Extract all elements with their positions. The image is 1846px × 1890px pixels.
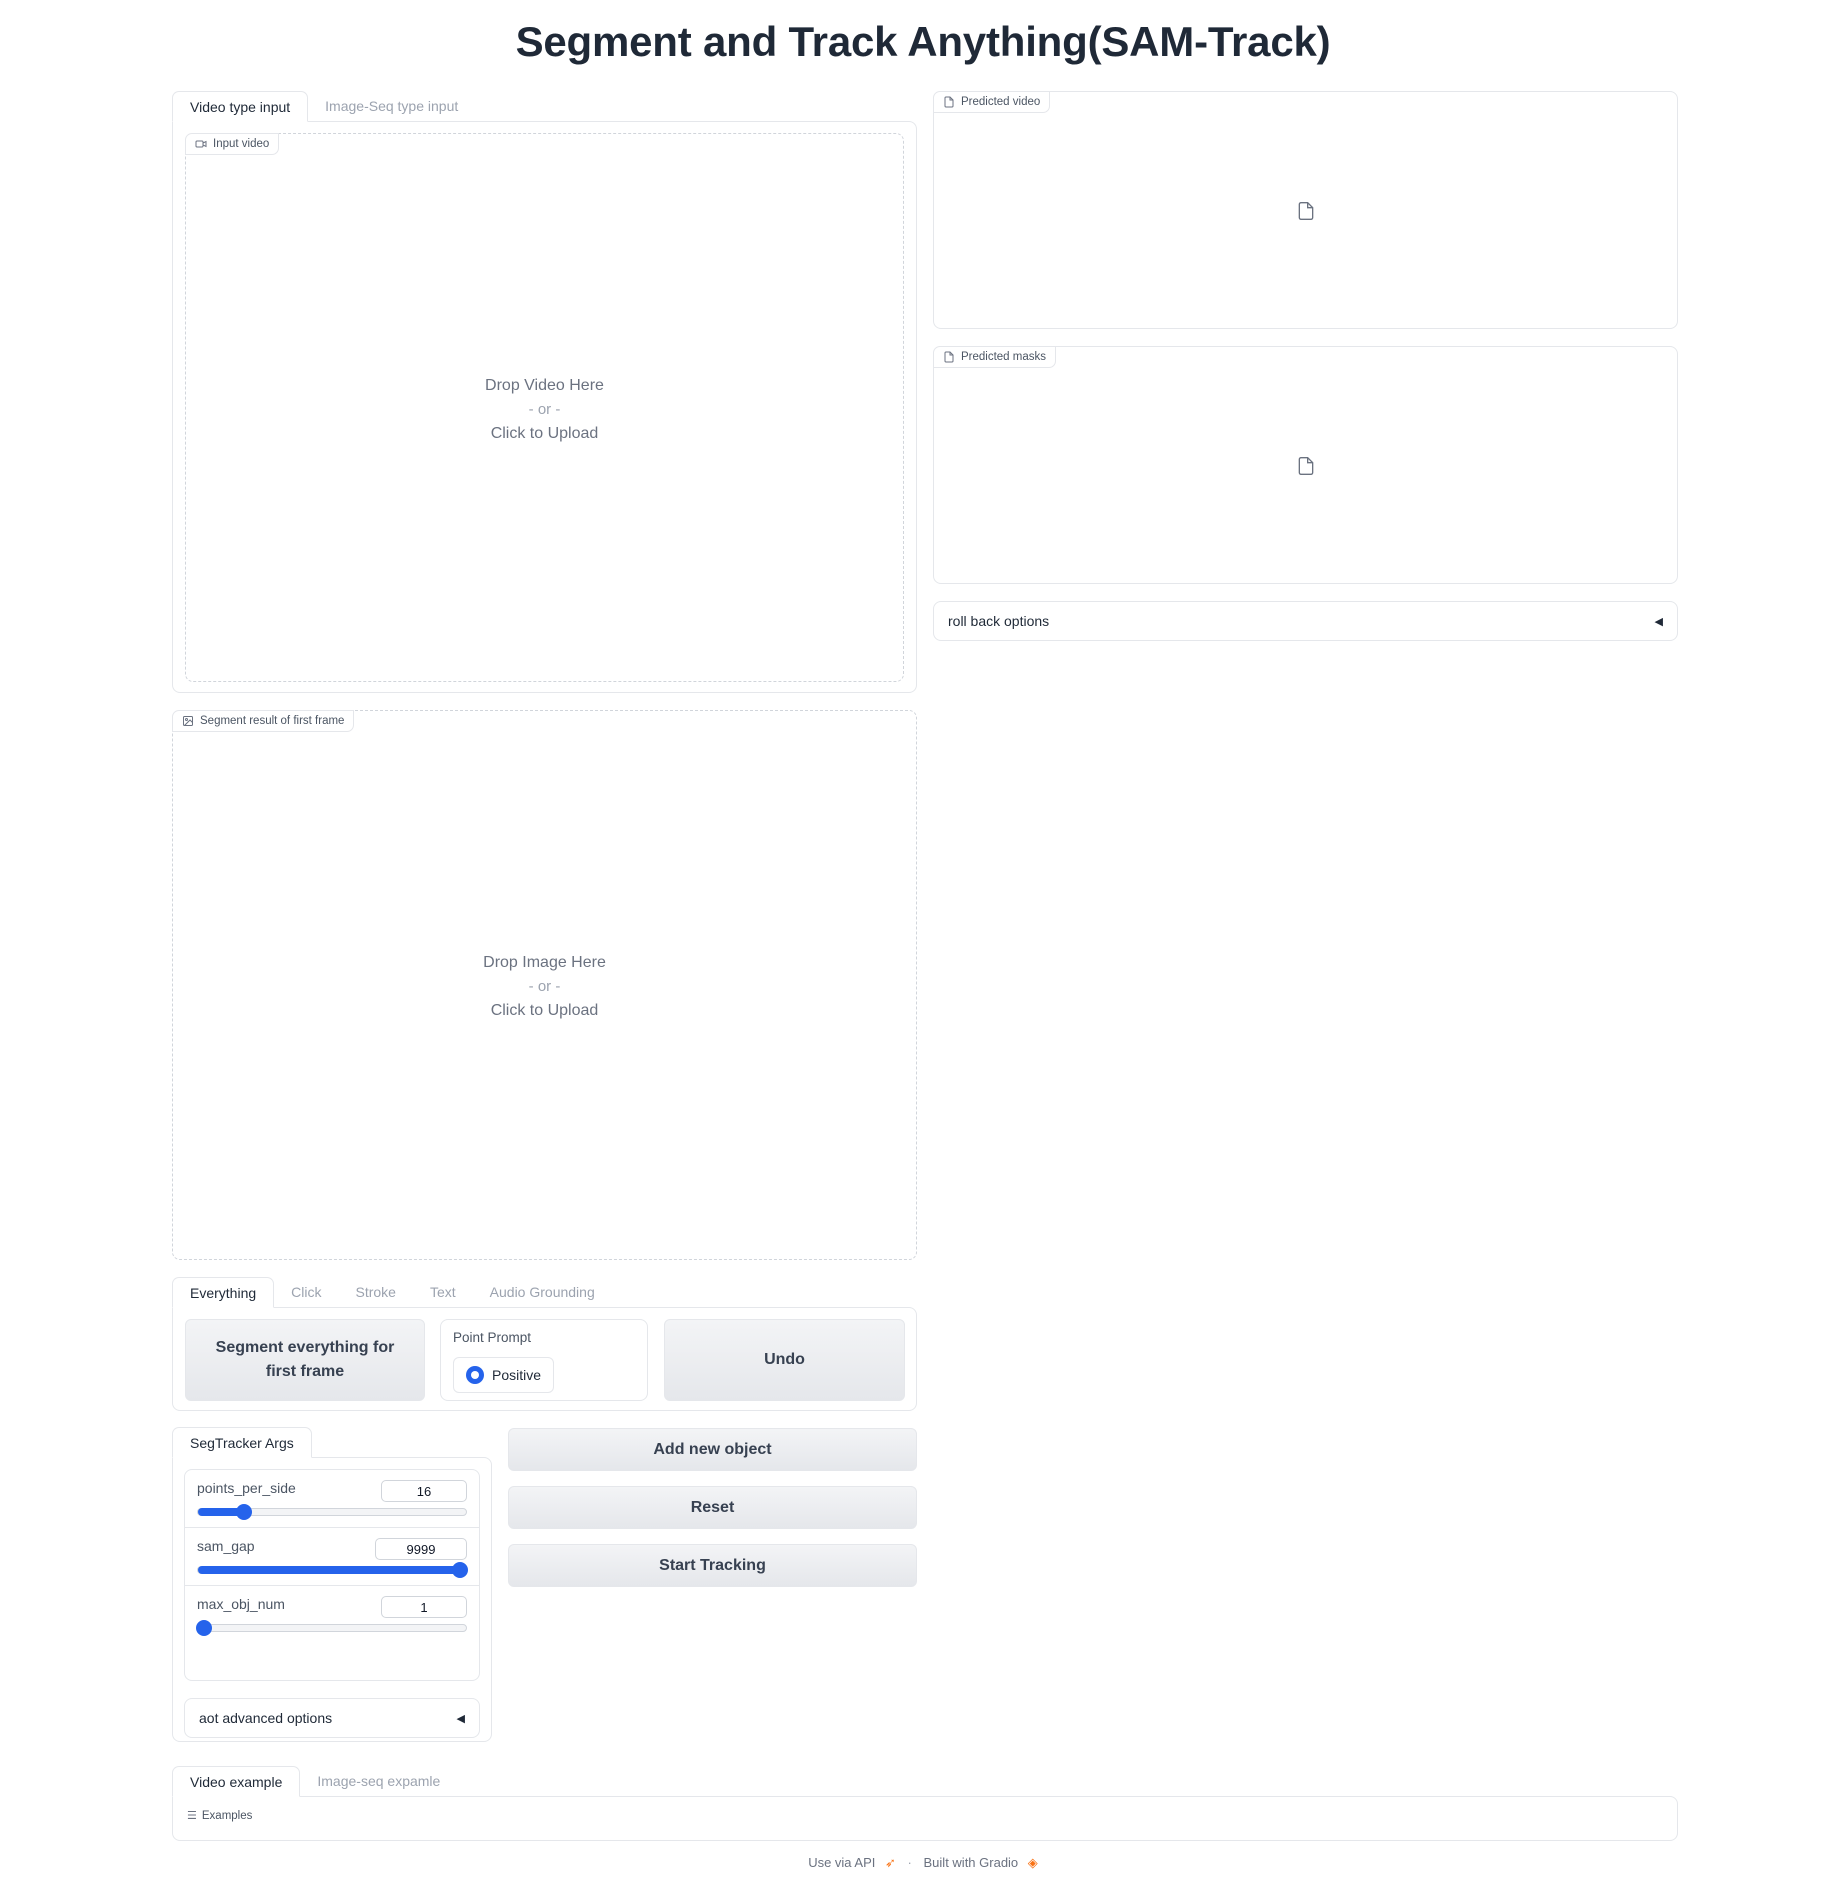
use-via-api-link[interactable]: Use via API	[808, 1855, 875, 1870]
max-obj-num-slider: max_obj_num 1	[185, 1586, 479, 1644]
points-per-side-label: points_per_side	[197, 1480, 296, 1496]
everything-tab-panel: Segment everything for first frame Point…	[172, 1307, 917, 1411]
points-per-side-input[interactable]: 16	[381, 1480, 467, 1502]
slider-group: points_per_side 16 sam_gap 9999 max_obj_…	[184, 1469, 480, 1681]
page-title: Segment and Track Anything(SAM-Track)	[515, 18, 1331, 65]
points-per-side-handle[interactable]	[235, 1504, 252, 1520]
input-video-dropzone[interactable]: Input video Drop Video Here - or - Click…	[185, 133, 904, 682]
footer: Use via API ➶ · Built with Gradio ◈	[0, 1855, 1846, 1871]
image-icon	[183, 716, 193, 726]
sam-gap-slider: sam_gap 9999	[185, 1528, 479, 1586]
video-camera-icon	[195, 140, 207, 148]
sam-gap-input[interactable]: 9999	[375, 1538, 467, 1560]
segment-result-drop-text: Drop Image Here - or - Click to Upload	[483, 954, 606, 1019]
max-obj-num-handle[interactable]	[196, 1620, 212, 1636]
predicted-video-label: Predicted video	[933, 91, 1051, 113]
sam-gap-label: sam_gap	[197, 1538, 255, 1554]
max-obj-num-track[interactable]	[196, 1620, 467, 1636]
input-video-drop-text: Drop Video Here - or - Click to Upload	[485, 377, 604, 442]
max-obj-num-label: max_obj_num	[197, 1596, 285, 1612]
segment-result-label: Segment result of first frame	[172, 710, 355, 732]
rocket-icon: ➶	[885, 1855, 896, 1870]
start-tracking-button[interactable]: Start Tracking	[508, 1544, 917, 1587]
gradio-logo-icon: ◈	[1027, 1855, 1038, 1870]
sam-gap-handle[interactable]	[452, 1562, 468, 1578]
example-tabs: Video example Image-seq expamle	[172, 1766, 457, 1797]
undo-button[interactable]: Undo	[664, 1319, 905, 1401]
sam-gap-track[interactable]	[197, 1562, 468, 1578]
file-placeholder-icon	[1298, 457, 1314, 475]
examples-panel: ☰ Examples	[172, 1796, 1678, 1841]
input-type-tabs: Video type input Image-Seq type input	[172, 91, 475, 122]
file-placeholder-icon	[1298, 202, 1314, 220]
footer-separator: ·	[907, 1855, 912, 1870]
reset-button[interactable]: Reset	[508, 1486, 917, 1529]
max-obj-num-input[interactable]: 1	[381, 1596, 467, 1618]
roll-back-options-accordion[interactable]: roll back options ◀	[933, 601, 1678, 641]
tab-text[interactable]: Text	[413, 1277, 473, 1307]
positive-radio[interactable]: Positive	[453, 1357, 555, 1393]
segment-result-dropzone[interactable]: Segment result of first frame Drop Image…	[172, 710, 917, 1260]
predicted-masks-label: Predicted masks	[933, 346, 1057, 368]
file-icon	[944, 96, 954, 108]
radio-selected-indicator	[466, 1366, 484, 1384]
collapse-arrow-icon: ◀	[1654, 615, 1663, 628]
predicted-video-panel: Predicted video	[933, 91, 1678, 329]
add-new-object-button[interactable]: Add new object	[508, 1428, 917, 1471]
tab-segtracker-args[interactable]: SegTracker Args	[172, 1427, 312, 1458]
point-prompt-group: Point Prompt Positive	[440, 1319, 648, 1401]
tab-video-type-input[interactable]: Video type input	[172, 91, 309, 122]
tab-image-seq-example[interactable]: Image-seq expamle	[300, 1766, 457, 1796]
list-icon: ☰	[187, 1810, 197, 1822]
tab-stroke[interactable]: Stroke	[339, 1277, 413, 1307]
built-with-gradio-link[interactable]: Built with Gradio	[924, 1855, 1019, 1870]
tab-audio-grounding[interactable]: Audio Grounding	[473, 1277, 612, 1307]
examples-label: ☰ Examples	[187, 1809, 253, 1823]
point-prompt-label: Point Prompt	[453, 1330, 532, 1345]
segment-everything-button[interactable]: Segment everything for first frame	[185, 1319, 425, 1401]
collapse-arrow-icon: ◀	[456, 1712, 465, 1725]
tab-image-seq-type-input[interactable]: Image-Seq type input	[308, 91, 475, 121]
predicted-masks-panel: Predicted masks	[933, 346, 1678, 584]
points-per-side-track[interactable]	[197, 1504, 467, 1520]
input-tab-panel: Input video Drop Video Here - or - Click…	[172, 121, 917, 693]
segtracker-panel: points_per_side 16 sam_gap 9999 max_obj_…	[172, 1457, 492, 1742]
mode-tabs: Everything Click Stroke Text Audio Groun…	[172, 1277, 612, 1308]
file-icon	[944, 351, 954, 363]
sam-gap-fill	[198, 1566, 466, 1574]
input-video-label: Input video	[185, 133, 280, 155]
tab-click[interactable]: Click	[274, 1277, 338, 1307]
aot-advanced-options-accordion[interactable]: aot advanced options ◀	[184, 1698, 480, 1738]
tab-video-example[interactable]: Video example	[172, 1766, 301, 1797]
points-per-side-slider: points_per_side 16	[185, 1470, 479, 1528]
segtracker-tabs: SegTracker Args	[172, 1427, 312, 1458]
tab-everything[interactable]: Everything	[172, 1277, 275, 1308]
